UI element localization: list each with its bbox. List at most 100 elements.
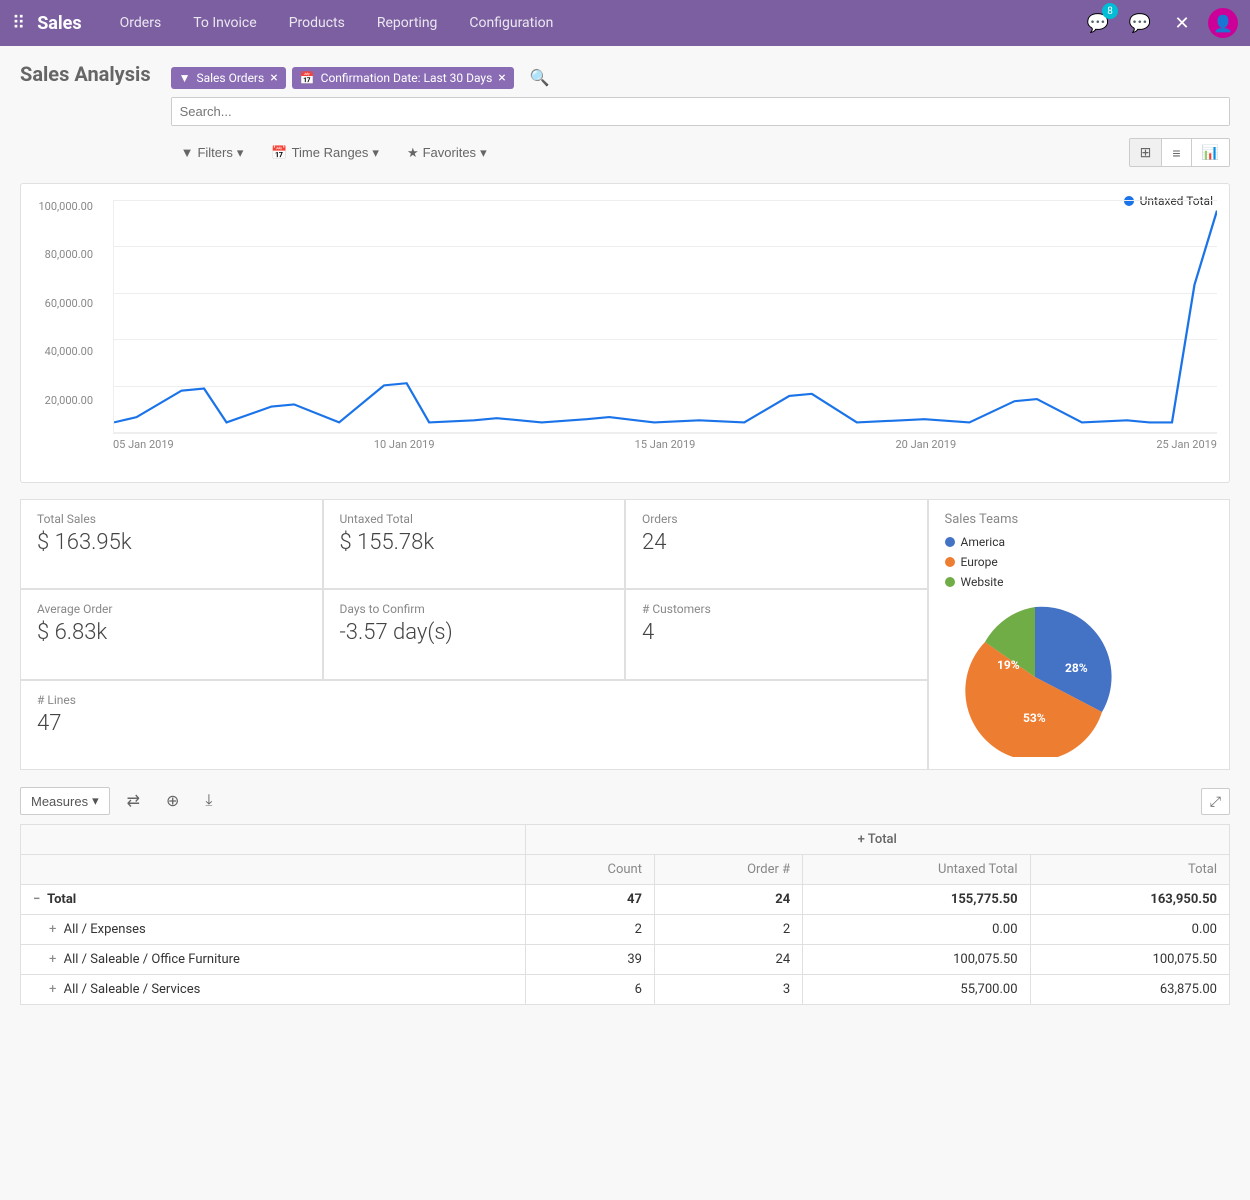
list-view-button[interactable]: ≡ bbox=[1162, 139, 1191, 166]
search-input[interactable] bbox=[172, 98, 1229, 125]
app-grid-menu[interactable]: ⠿ bbox=[12, 13, 25, 34]
fullscreen-button[interactable]: ⤢ bbox=[1201, 788, 1230, 815]
nav-orders[interactable]: Orders bbox=[106, 0, 176, 46]
favorites-button[interactable]: ★ Favorites ▾ bbox=[397, 140, 497, 166]
expand-furniture-button[interactable]: + bbox=[49, 952, 56, 967]
pivot-cell-total-untaxed: 155,775.50 bbox=[803, 885, 1030, 915]
pie-dot-america bbox=[945, 537, 955, 547]
pie-label-website: Website bbox=[961, 575, 1004, 589]
services-row-label: All / Saleable / Services bbox=[64, 982, 201, 997]
time-ranges-arrow: ▾ bbox=[372, 145, 379, 161]
page-title: Sales Analysis bbox=[20, 62, 151, 86]
pivot-cell-services-count: 6 bbox=[525, 975, 654, 1005]
collapse-total-button[interactable]: − bbox=[33, 892, 40, 907]
stats-section: Total Sales $ 163.95k Untaxed Total $ 15… bbox=[20, 499, 1230, 770]
pivot-cell-expenses-order: 2 bbox=[654, 915, 802, 945]
pie-dot-europe bbox=[945, 557, 955, 567]
pivot-cell-expenses-count: 2 bbox=[525, 915, 654, 945]
filters-button[interactable]: ▼ Filters ▾ bbox=[171, 140, 254, 166]
pivot-cell-furniture-total: 100,075.50 bbox=[1030, 945, 1229, 975]
filter-tag-label: Sales Orders bbox=[196, 71, 264, 85]
expand-expenses-button[interactable]: + bbox=[49, 922, 56, 937]
calendar-icon: 📅 bbox=[300, 71, 315, 85]
expand-services-button[interactable]: + bbox=[49, 982, 56, 997]
app-brand[interactable]: Sales bbox=[37, 13, 81, 34]
pivot-cell-services-total: 63,875.00 bbox=[1030, 975, 1229, 1005]
favorites-arrow: ▾ bbox=[480, 145, 487, 161]
pivot-cell-services-untaxed: 55,700.00 bbox=[803, 975, 1030, 1005]
download-button[interactable]: ⤓ bbox=[196, 787, 221, 815]
total-col-label: Total bbox=[868, 832, 897, 847]
pivot-cell-expenses-untaxed: 0.00 bbox=[803, 915, 1030, 945]
expand-all-button[interactable]: ⊕ bbox=[157, 786, 188, 816]
chart-view-button[interactable]: 📊 bbox=[1192, 139, 1229, 166]
gear-icon: ✕ bbox=[1174, 13, 1189, 34]
view-buttons: ⊞ ≡ 📊 bbox=[1129, 138, 1230, 167]
measures-label: Measures bbox=[31, 794, 88, 809]
line-chart: Untaxed Total 100,000.00 80,000.00 60,00… bbox=[20, 183, 1230, 483]
pivot-table: + Total Count Order # Untaxed Total Tota… bbox=[20, 824, 1230, 1005]
top-navigation: ⠿ Sales Orders To Invoice Products Repor… bbox=[0, 0, 1250, 46]
search-input-row bbox=[171, 97, 1230, 126]
pivot-col-order: Order # bbox=[654, 855, 802, 885]
y-label-2: 60,000.00 bbox=[21, 297, 97, 310]
nav-to-invoice[interactable]: To Invoice bbox=[179, 0, 271, 46]
nav-reporting[interactable]: Reporting bbox=[363, 0, 452, 46]
search-icon-button[interactable]: 🔍 bbox=[520, 62, 560, 93]
pivot-cell-furniture-count: 39 bbox=[525, 945, 654, 975]
filter-icon: ▼ bbox=[181, 145, 194, 160]
favorites-label: Favorites bbox=[423, 145, 476, 160]
nav-products[interactable]: Products bbox=[275, 0, 359, 46]
measures-button[interactable]: Measures ▾ bbox=[20, 787, 110, 815]
notifications-button[interactable]: 💬 8 bbox=[1082, 7, 1114, 39]
pivot-cell-total-total: 163,950.50 bbox=[1030, 885, 1229, 915]
time-ranges-button[interactable]: 📅 Time Ranges ▾ bbox=[261, 140, 389, 166]
pivot-row-header bbox=[21, 825, 526, 855]
furniture-row-label: All / Saleable / Office Furniture bbox=[64, 952, 240, 967]
filter-icon: ▼ bbox=[179, 71, 191, 85]
plus-icon-total[interactable]: + bbox=[858, 832, 865, 847]
pie-dot-website bbox=[945, 577, 955, 587]
page-content: Sales Analysis ▼ Sales Orders × 📅 Confir… bbox=[0, 46, 1250, 1021]
chart-svg bbox=[114, 200, 1217, 433]
x-axis: 05 Jan 2019 10 Jan 2019 15 Jan 2019 20 J… bbox=[113, 434, 1217, 451]
stat-orders: Orders 24 bbox=[625, 499, 928, 589]
filters-arrow: ▾ bbox=[237, 145, 244, 161]
swap-rows-cols-button[interactable]: ⇄ bbox=[118, 786, 149, 816]
chat-button[interactable]: 💬 bbox=[1124, 7, 1156, 39]
x-label-1: 10 Jan 2019 bbox=[374, 438, 435, 451]
pie-label-america: America bbox=[961, 535, 1006, 549]
y-label-3: 40,000.00 bbox=[21, 345, 97, 358]
calendar-icon: 📅 bbox=[271, 145, 287, 161]
pivot-cell-services-order: 3 bbox=[654, 975, 802, 1005]
stat-label-lines: # Lines bbox=[37, 693, 911, 707]
remove-filter-date[interactable]: × bbox=[498, 70, 505, 86]
pivot-cell-expenses-total: 0.00 bbox=[1030, 915, 1229, 945]
settings-button[interactable]: ✕ bbox=[1166, 7, 1198, 39]
user-avatar[interactable]: 👤 bbox=[1208, 8, 1238, 38]
nav-menu: Orders To Invoice Products Reporting Con… bbox=[106, 0, 1082, 46]
x-label-2: 15 Jan 2019 bbox=[635, 438, 696, 451]
remove-filter-sales-orders[interactable]: × bbox=[270, 70, 277, 86]
expenses-row-label: All / Expenses bbox=[64, 922, 146, 937]
pivot-view-button[interactable]: ⊞ bbox=[1130, 139, 1163, 166]
stat-total-sales: Total Sales $ 163.95k bbox=[20, 499, 323, 589]
pivot-cell-furniture-order: 24 bbox=[654, 945, 802, 975]
nav-configuration[interactable]: Configuration bbox=[455, 0, 567, 46]
pie-legend-america: America bbox=[945, 535, 1214, 549]
pivot-row-services: + All / Saleable / Services 6 3 55,700.0… bbox=[21, 975, 1230, 1005]
stat-label-orders: Orders bbox=[642, 512, 911, 526]
y-axis: 100,000.00 80,000.00 60,000.00 40,000.00… bbox=[21, 200, 101, 442]
time-ranges-label: Time Ranges bbox=[292, 145, 369, 160]
pivot-empty-header bbox=[21, 855, 526, 885]
chart-plot-area bbox=[113, 200, 1217, 434]
search-bar: ▼ Sales Orders × 📅 Confirmation Date: La… bbox=[171, 62, 1230, 126]
pie-legend: America Europe Website bbox=[945, 535, 1214, 589]
star-icon: ★ bbox=[407, 145, 419, 161]
pie-pct-europe: 53% bbox=[1023, 711, 1046, 725]
stat-avg-order: Average Order $ 6.83k bbox=[20, 589, 323, 679]
pivot-row-office-furniture: + All / Saleable / Office Furniture 39 2… bbox=[21, 945, 1230, 975]
pivot-row-expenses: + All / Expenses 2 2 0.00 0.00 bbox=[21, 915, 1230, 945]
pivot-col-count: Count bbox=[525, 855, 654, 885]
stat-value-customers: 4 bbox=[642, 620, 911, 645]
